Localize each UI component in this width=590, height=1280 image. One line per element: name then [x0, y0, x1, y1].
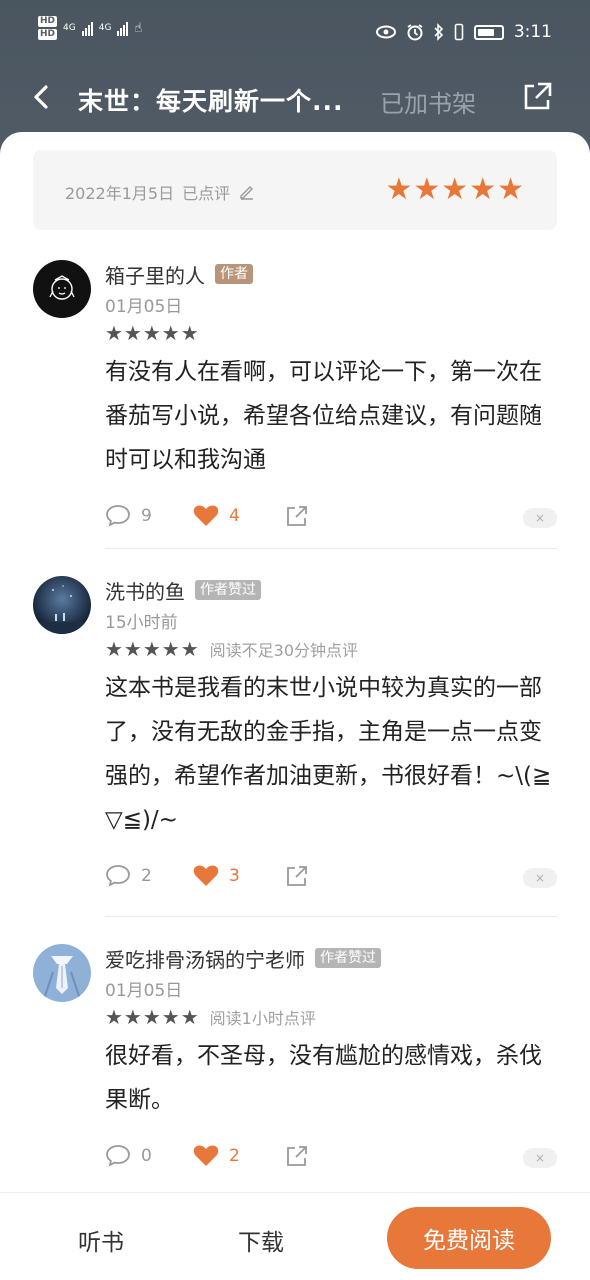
vibrate-icon — [454, 23, 464, 41]
my-rating-stars: ★★★★★ — [385, 172, 525, 207]
bottom-action-bar: 听书 下载 免费阅读 — [0, 1192, 590, 1280]
share-button[interactable] — [285, 504, 309, 528]
like-button[interactable]: 4 — [193, 504, 240, 527]
signal-icon — [81, 20, 93, 36]
comment-body: 爱吃排骨汤锅的宁老师 作者赞过 01月05日 ★★★★★ 阅读1小时点评 很好看… — [105, 944, 557, 1176]
comment-actions: 9 4 × — [105, 496, 557, 536]
reading-note: 阅读不足30分钟点评 — [209, 641, 359, 660]
like-count: 4 — [229, 505, 240, 526]
status-bar: HD HD 4G 4G ☝ 3:11 — [0, 0, 590, 66]
my-review-info: 2022年1月5日 已点评 — [65, 180, 256, 204]
comment-actions: 2 3 × — [105, 856, 557, 896]
username[interactable]: 洗书的鱼 — [105, 576, 185, 605]
heart-icon — [193, 865, 219, 886]
share-button[interactable] — [285, 1144, 309, 1168]
comment-text[interactable]: 这本书是我看的末世小说中较为真实的一部了，没有无敌的金手指，主角是一点一点变强的… — [105, 666, 557, 842]
heart-icon — [193, 505, 219, 526]
book-header: 末世：每天刷新一个... 已加书架 — [0, 66, 590, 130]
signal-icon — [117, 20, 129, 36]
bluetooth-icon — [434, 23, 443, 41]
dismiss-button[interactable]: × — [523, 868, 557, 888]
reply-count: 9 — [141, 506, 152, 526]
reply-button[interactable]: 0 — [105, 1144, 152, 1168]
reply-count: 0 — [141, 1146, 152, 1166]
comment-icon — [106, 865, 130, 887]
comment-time: 01月05日 — [105, 297, 183, 317]
share-icon — [287, 1146, 307, 1166]
comments-sheet: 2022年1月5日 已点评 ★★★★★ 箱子里的人 作者 01月05日 ★★★★… — [0, 132, 590, 1280]
username[interactable]: 箱子里的人 — [105, 260, 205, 289]
my-review-status: 已点评 — [182, 184, 231, 203]
avatar[interactable] — [33, 576, 91, 634]
comment-text[interactable]: 很好看，不圣母，没有尴尬的感情戏，杀伐果断。 — [105, 1034, 557, 1122]
signal-group: HD HD 4G 4G ☝ — [38, 16, 142, 40]
dismiss-button[interactable]: × — [523, 508, 557, 528]
share-icon[interactable] — [520, 80, 554, 114]
comment-actions: 0 2 × — [105, 1136, 557, 1176]
rating-stars: ★★★★★ — [105, 1005, 200, 1029]
comment-icon — [106, 505, 130, 527]
heart-icon — [193, 1145, 219, 1166]
system-icons: 3:11 — [375, 22, 552, 42]
dismiss-button[interactable]: × — [523, 1148, 557, 1168]
rating-stars: ★★★★★ — [105, 637, 200, 661]
comment-icon — [106, 1145, 130, 1167]
like-button[interactable]: 2 — [193, 1144, 240, 1167]
comment-time: 15小时前 — [105, 613, 178, 633]
comment-time: 01月05日 — [105, 981, 183, 1001]
free-read-button[interactable]: 免费阅读 — [387, 1207, 551, 1269]
bookshelf-status[interactable]: 已加书架 — [380, 84, 476, 119]
reading-note: 阅读1小时点评 — [209, 1009, 316, 1028]
network-label: 4G — [63, 23, 76, 33]
alarm-icon — [407, 24, 423, 41]
comment-text[interactable]: 有没有人在看啊，可以评论一下，第一次在番茄写小说，希望各位给点建议，有问题随时可… — [105, 350, 557, 482]
my-review-card[interactable]: 2022年1月5日 已点评 ★★★★★ — [33, 150, 557, 230]
share-icon — [287, 506, 307, 526]
book-title: 末世：每天刷新一个... — [78, 87, 344, 116]
reply-button[interactable]: 2 — [105, 864, 152, 888]
author-badge: 作者 — [215, 263, 253, 285]
back-icon[interactable] — [26, 80, 60, 114]
divider — [105, 916, 557, 917]
divider — [105, 548, 557, 549]
avatar[interactable] — [33, 260, 91, 318]
network-label: 4G — [98, 23, 112, 33]
like-count: 3 — [229, 865, 240, 886]
share-icon — [287, 866, 307, 886]
like-button[interactable]: 3 — [193, 864, 240, 887]
rating-stars: ★★★★★ — [105, 321, 200, 345]
author-liked-badge: 作者赞过 — [315, 947, 381, 969]
hd-label: HD — [38, 29, 58, 40]
comment-body: 箱子里的人 作者 01月05日 ★★★★★ 有没有人在看啊，可以评论一下，第一次… — [105, 260, 557, 536]
clock: 3:11 — [513, 22, 552, 42]
like-count: 2 — [229, 1145, 240, 1166]
hd-icon: HD HD — [38, 16, 58, 40]
edit-icon[interactable] — [238, 183, 256, 201]
avatar[interactable] — [33, 944, 91, 1002]
my-review-date: 2022年1月5日 — [65, 184, 175, 203]
reply-count: 2 — [141, 866, 152, 886]
reply-button[interactable]: 9 — [105, 504, 152, 528]
eye-icon — [375, 25, 396, 39]
download-button[interactable]: 下载 — [238, 1223, 284, 1257]
listen-button[interactable]: 听书 — [78, 1223, 124, 1257]
battery-icon — [473, 24, 504, 40]
comment-body: 洗书的鱼 作者赞过 15小时前 ★★★★★ 阅读不足30分钟点评 这本书是我看的… — [105, 576, 557, 896]
share-button[interactable] — [285, 864, 309, 888]
username[interactable]: 爱吃排骨汤锅的宁老师 — [105, 944, 305, 973]
hand-icon: ☝ — [134, 20, 143, 36]
author-liked-badge: 作者赞过 — [195, 579, 261, 601]
hd-label: HD — [38, 16, 58, 27]
